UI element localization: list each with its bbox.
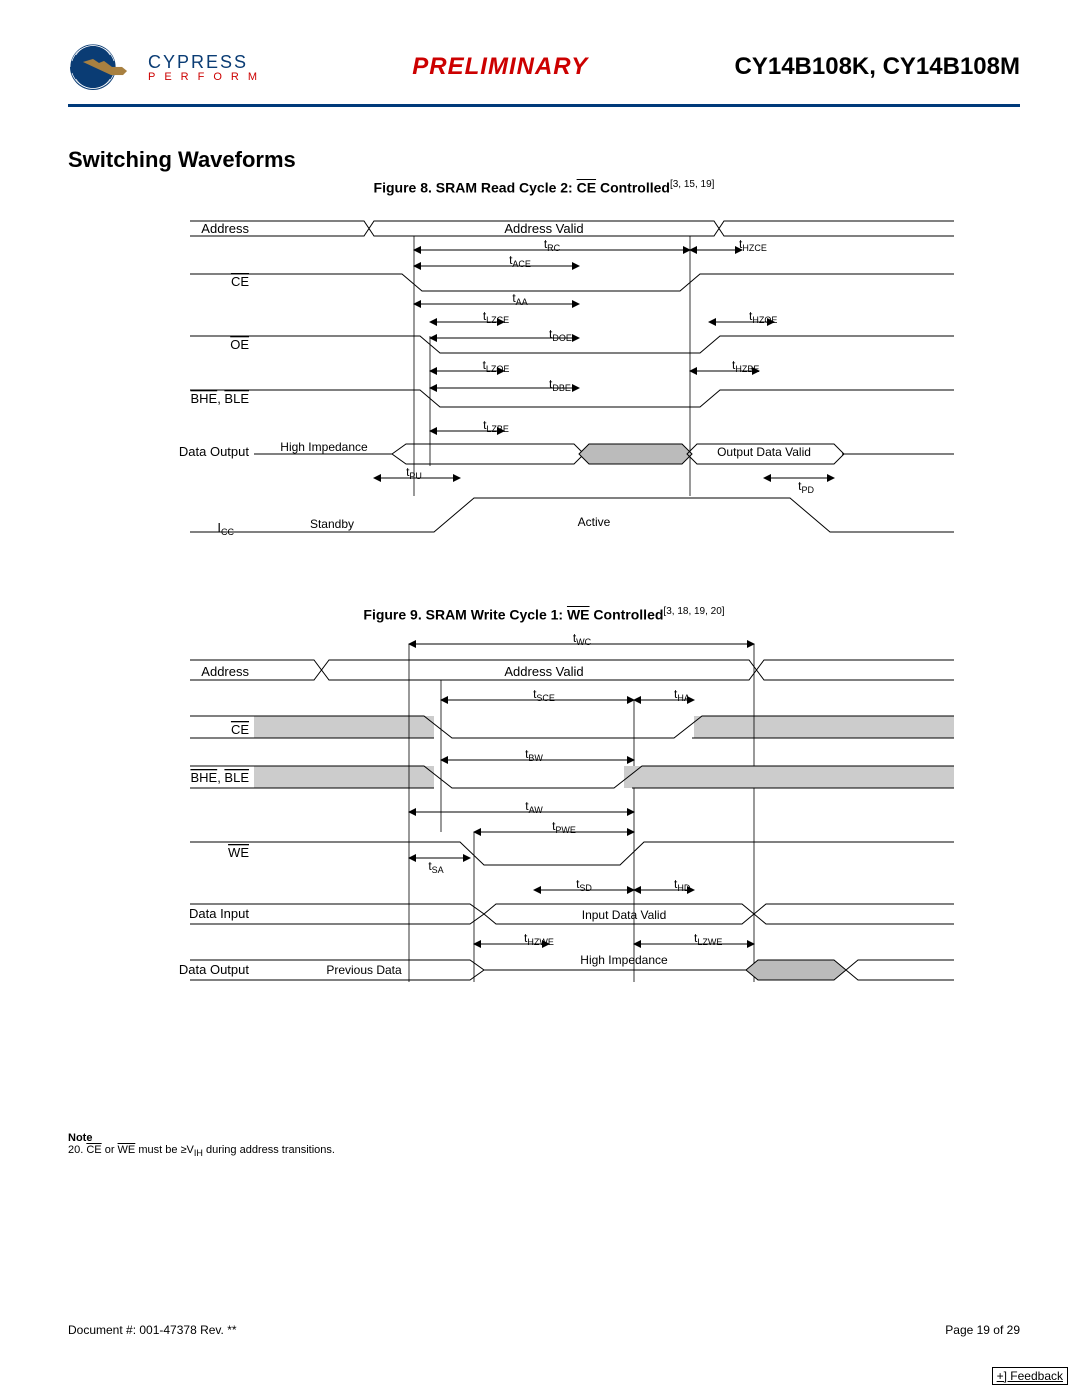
svg-text:Address Valid: Address Valid [504, 664, 583, 679]
svg-text:BHE, BLE: BHE, BLE [190, 770, 249, 785]
svg-text:Active: Active [578, 515, 611, 529]
figure8-waveform: Address Address Valid tRC tHZCE tACE CE … [134, 206, 954, 566]
svg-text:tHD: tHD [674, 877, 691, 893]
svg-text:tDOE: tDOE [549, 327, 572, 343]
svg-text:Address Valid: Address Valid [504, 221, 583, 236]
svg-text:Data Input: Data Input [189, 906, 249, 921]
svg-text:Address: Address [201, 664, 249, 679]
svg-text:Address: Address [201, 221, 249, 236]
company-logo: CYPRESS PERFORM [68, 40, 266, 94]
svg-text:tLZCE: tLZCE [483, 309, 509, 325]
svg-text:tHZOE: tHZOE [749, 309, 777, 325]
footnote: Note 20. CE or WE must be ≥VIH during ad… [68, 1132, 1020, 1158]
svg-text:Output Data Valid: Output Data Valid [717, 445, 811, 459]
preliminary-label: PRELIMINARY [412, 53, 588, 81]
document-number: Document #: 001-47378 Rev. ** [68, 1323, 237, 1337]
svg-text:tHZBE: tHZBE [732, 358, 759, 374]
part-number: CY14B108K, CY14B108M [735, 53, 1020, 81]
figure9-waveform: tWC Address Address Valid tSCE tHA CE tB… [134, 632, 954, 1012]
svg-text:Data Output: Data Output [179, 444, 249, 459]
svg-text:tSA: tSA [428, 859, 443, 875]
svg-text:tHZWE: tHZWE [524, 931, 554, 947]
svg-text:WE: WE [228, 845, 249, 860]
feedback-button[interactable]: +] Feedback [992, 1367, 1068, 1385]
svg-text:tPD: tPD [798, 479, 814, 495]
svg-text:ICC: ICC [217, 520, 234, 537]
svg-text:BHE, BLE: BHE, BLE [190, 391, 249, 406]
svg-text:tLZBE: tLZBE [483, 418, 509, 434]
svg-text:tAA: tAA [512, 291, 527, 307]
svg-text:tSCE: tSCE [533, 687, 555, 703]
svg-text:tHZCE: tHZCE [739, 237, 767, 253]
svg-text:High Impedance: High Impedance [580, 953, 668, 967]
svg-text:tWC: tWC [573, 632, 592, 647]
figure9-caption: Figure 9. SRAM Write Cycle 1: WE Control… [68, 606, 1020, 623]
svg-text:Data Output: Data Output [179, 962, 249, 977]
svg-text:tACE: tACE [509, 253, 531, 269]
section-heading: Switching Waveforms [68, 147, 1020, 173]
svg-text:tSD: tSD [576, 877, 592, 893]
svg-text:tDBE: tDBE [549, 377, 571, 393]
svg-text:tRC: tRC [544, 237, 561, 253]
svg-text:CE: CE [231, 722, 249, 737]
svg-text:CE: CE [231, 274, 249, 289]
company-name: CYPRESS [148, 52, 266, 73]
svg-text:High Impedance: High Impedance [280, 440, 368, 454]
svg-text:tLZOE: tLZOE [483, 358, 510, 374]
svg-text:tBW: tBW [525, 747, 543, 763]
company-tagline: PERFORM [148, 71, 266, 83]
page-number: Page 19 of 29 [945, 1323, 1020, 1337]
figure8-caption: Figure 8. SRAM Read Cycle 2: CE Controll… [68, 179, 1020, 196]
svg-text:tAW: tAW [525, 799, 543, 815]
svg-text:OE: OE [230, 337, 249, 352]
svg-text:tLZWE: tLZWE [694, 931, 722, 947]
svg-text:tHA: tHA [674, 687, 690, 703]
svg-text:Input Data Valid: Input Data Valid [582, 908, 667, 922]
svg-text:tPWE: tPWE [552, 819, 576, 835]
svg-text:Standby: Standby [310, 517, 354, 531]
svg-text:Previous Data: Previous Data [326, 963, 402, 977]
